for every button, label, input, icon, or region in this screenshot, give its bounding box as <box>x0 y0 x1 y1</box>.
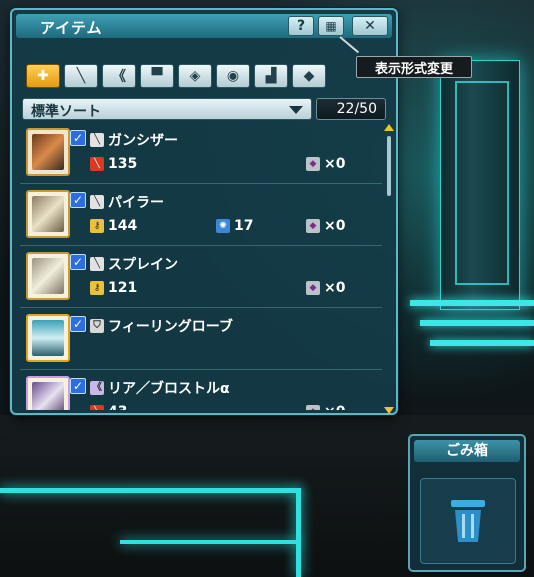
item-name: パイラー <box>108 195 164 211</box>
window-title: アイテム <box>40 19 103 37</box>
sort-dropdown[interactable]: 標準ソート <box>22 98 312 120</box>
sword-icon: ╲ <box>90 133 104 147</box>
gem-icon: ◆ <box>306 219 320 233</box>
background-stair <box>420 320 534 326</box>
attack-icon: ╲ <box>90 157 104 171</box>
item-name-row: ⛉ フィーリングローブ <box>90 316 233 336</box>
select-checkbox[interactable]: ✓ <box>70 254 86 270</box>
sort-selected-label: 標準ソート <box>31 104 101 120</box>
category-tabs: ✚ ╲ 《 ▀ ◈ ◉ ▟ ◆ <box>26 64 326 88</box>
tag-icon: ◈ <box>189 68 201 84</box>
gem-icon: ◆ <box>306 405 320 410</box>
help-button[interactable]: ? <box>288 16 314 36</box>
item-gem: ◆×0 <box>306 156 345 172</box>
list-item[interactable]: ✓ ⛉ フィーリングローブ <box>20 308 382 370</box>
item-name-row: 《 リア／ブロストルα <box>90 378 230 398</box>
select-checkbox[interactable]: ✓ <box>70 130 86 146</box>
background-neon-line <box>296 488 301 577</box>
background-pillar <box>440 60 520 310</box>
gem-icon: ◆ <box>306 157 320 171</box>
item-stat: ⚷ 121 <box>90 280 137 296</box>
trash-can-icon <box>451 500 485 542</box>
item-stats: ⚷ 144 ✺ 17 ◆ ×0 <box>90 218 370 236</box>
item-list: ✓ ╲ ガンシザー ╲ 135 ◆ ×0 ✓ ╲ パイラー ⚷ 144 ✺ 17 ◆ ×0 <box>20 122 382 410</box>
item-stat: ╲43 <box>90 404 127 410</box>
trash-title: ごみ箱 <box>414 440 520 462</box>
select-checkbox[interactable]: ✓ <box>70 378 86 394</box>
item-name-row: ╲ パイラー <box>90 192 164 212</box>
item-stats: ╲43 ◆×0 <box>90 404 370 410</box>
item-gem: ◆×0 <box>306 280 345 296</box>
item-name: ガンシザー <box>108 133 178 149</box>
compass-icon: ◆ <box>303 68 315 84</box>
item-window: アイテム ? ▦ ✕ ✚ ╲ 《 ▀ ◈ ◉ ▟ ◆ 標準ソート 22/50 ✓… <box>10 8 398 415</box>
trash-panel: ごみ箱 <box>408 434 526 572</box>
tab-all[interactable]: ✚ <box>26 64 60 88</box>
key-icon: ⚷ <box>90 219 104 233</box>
tab-twin-blade[interactable]: 《 <box>102 64 136 88</box>
item-gem: ◆×0 <box>306 404 345 410</box>
list-item[interactable]: ✓ ╲ スプレイン ⚷ 121 ◆ ×0 <box>20 246 382 308</box>
item-stats: ⚷ 121 ◆ ×0 <box>90 280 370 298</box>
item-stat: ⚷ 144 <box>90 218 137 234</box>
item-name: フィーリングローブ <box>108 319 233 335</box>
armor-icon: ▀ <box>151 68 163 84</box>
item-stat: ╲ 135 <box>90 156 137 172</box>
background-stair <box>410 300 534 306</box>
twin-blade-icon: 《 <box>90 381 104 395</box>
background-neon-line <box>0 488 300 493</box>
element-icon: ✺ <box>216 219 230 233</box>
key-icon: ⚷ <box>90 281 104 295</box>
sword-icon: ╲ <box>90 257 104 271</box>
list-item[interactable]: ✓ 《 リア／ブロストルα ╲43 ◆×0 <box>20 370 382 410</box>
item-thumbnail <box>26 376 70 410</box>
item-name: スプレイン <box>108 257 178 273</box>
tab-sword[interactable]: ╲ <box>64 64 98 88</box>
scroll-up-icon[interactable] <box>384 124 394 131</box>
item-thumbnail <box>26 190 70 238</box>
background-neon-line <box>120 540 300 544</box>
item-name-row: ╲ ガンシザー <box>90 130 178 150</box>
item-thumbnail <box>26 128 70 176</box>
list-scrollbar[interactable] <box>384 124 394 414</box>
select-checkbox[interactable]: ✓ <box>70 316 86 332</box>
scroll-thumb[interactable] <box>387 136 391 196</box>
attack-icon: ╲ <box>90 405 104 410</box>
tab-tag[interactable]: ◈ <box>178 64 212 88</box>
tab-compass[interactable]: ◆ <box>292 64 326 88</box>
tab-disc[interactable]: ◉ <box>216 64 250 88</box>
costume-icon: ⛉ <box>90 319 104 333</box>
close-button[interactable]: ✕ <box>352 16 388 36</box>
select-checkbox[interactable]: ✓ <box>70 192 86 208</box>
boot-icon: ▟ <box>265 68 277 84</box>
item-stats: ╲ 135 ◆ ×0 <box>90 156 370 174</box>
tab-armor[interactable]: ▀ <box>140 64 174 88</box>
grid-view-icon: ▦ <box>325 19 337 33</box>
twin-blade-icon: 《 <box>112 69 126 85</box>
tab-boot[interactable]: ▟ <box>254 64 288 88</box>
item-gem: ◆×0 <box>306 218 345 234</box>
sword-icon: ╲ <box>76 68 86 84</box>
list-item[interactable]: ✓ ╲ パイラー ⚷ 144 ✺ 17 ◆ ×0 <box>20 184 382 246</box>
list-item[interactable]: ✓ ╲ ガンシザー ╲ 135 ◆ ×0 <box>20 122 382 184</box>
item-stat-element: ✺ 17 <box>216 218 253 234</box>
grid-icon: ✚ <box>37 68 49 84</box>
gem-icon: ◆ <box>306 281 320 295</box>
trash-drop-slot[interactable] <box>420 478 516 564</box>
item-name-row: ╲ スプレイン <box>90 254 178 274</box>
item-name: リア／ブロストルα <box>108 381 230 397</box>
disc-icon: ◉ <box>226 68 240 84</box>
item-thumbnail <box>26 252 70 300</box>
view-mode-button[interactable]: ▦ <box>318 16 344 36</box>
background-stair <box>430 340 534 346</box>
scroll-down-icon[interactable] <box>384 407 394 414</box>
view-mode-tooltip: 表示形式変更 <box>356 56 472 78</box>
item-count: 22/50 <box>316 98 386 120</box>
chevron-down-icon <box>289 106 303 114</box>
sword-icon: ╲ <box>90 195 104 209</box>
item-thumbnail <box>26 314 70 362</box>
